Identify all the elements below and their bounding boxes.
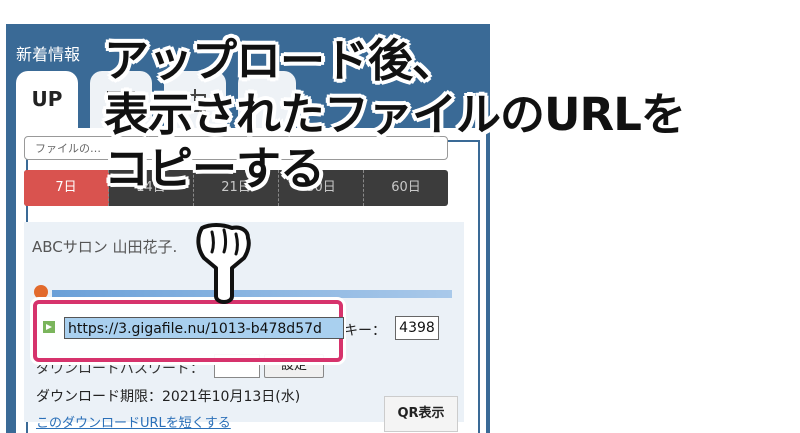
panel-title: 新着情報 [16, 45, 81, 64]
tab-up-label: UP [31, 87, 63, 111]
arrow-icon [43, 321, 55, 333]
delete-key-field[interactable]: 4398 [395, 316, 439, 340]
instruction-callout: アップロード後、 表示されたファイルのURLを コピーする [104, 34, 686, 196]
callout-line-1: アップロード後、 [104, 34, 457, 87]
download-expiry: ダウンロード期限：2021年10月13日(水) [36, 389, 301, 405]
callout-line-2: 表示されたファイルのURLを [104, 88, 686, 141]
file-status-icon [34, 285, 48, 299]
tab-up[interactable]: UP [16, 71, 78, 129]
day-option-7[interactable]: 7日 [24, 170, 109, 206]
pointing-hand-icon [196, 223, 251, 304]
file-name: ABCサロン 山田花子. [32, 238, 178, 256]
shorten-url-link[interactable]: このダウンロードURLを短くする [36, 412, 231, 431]
download-url-field[interactable]: https://3.gigafile.nu/1013-b478d57d [64, 317, 344, 339]
url-highlight-box: https://3.gigafile.nu/1013-b478d57d [33, 300, 344, 362]
callout-line-3: コピーする [104, 142, 325, 195]
qr-button[interactable]: QR表示 [384, 396, 458, 432]
